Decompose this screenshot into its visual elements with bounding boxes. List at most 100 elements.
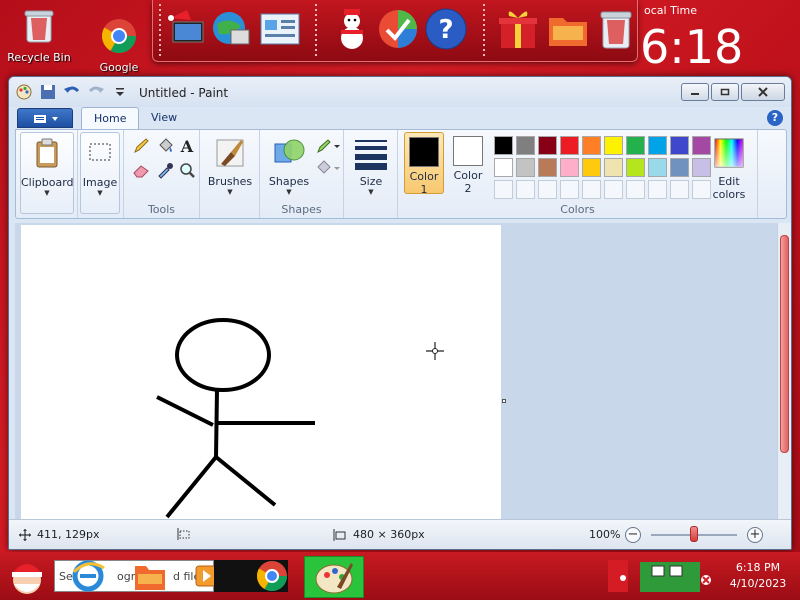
palette-swatch[interactable]: [670, 136, 689, 155]
cursor-position-value: 411, 129px: [37, 528, 100, 541]
custom-color-slot[interactable]: [560, 180, 579, 199]
save-icon[interactable]: [39, 83, 57, 101]
minimize-button[interactable]: [681, 83, 709, 101]
paint-app-icon[interactable]: [15, 83, 33, 101]
text-tool[interactable]: A: [176, 136, 198, 156]
color1-label: Color: [409, 170, 439, 183]
help-button[interactable]: ?: [767, 110, 783, 126]
custom-color-slot[interactable]: [604, 180, 623, 199]
vertical-scrollbar[interactable]: [777, 223, 791, 519]
clipboard-icon: [36, 138, 58, 168]
brushes-button[interactable]: Brushes ▼: [203, 132, 257, 214]
custom-color-slot[interactable]: [582, 180, 601, 199]
tab-home[interactable]: Home: [81, 107, 140, 129]
taskbar-clock[interactable]: 6:18 PM 4/10/2023: [718, 560, 798, 592]
desktop-icon-google[interactable]: Google: [84, 16, 154, 74]
eraser-tool[interactable]: [130, 160, 152, 180]
fill-button[interactable]: [314, 158, 342, 178]
resize-handle[interactable]: [502, 399, 506, 403]
color2-button[interactable]: Color 2: [448, 132, 488, 195]
paint-menu-button[interactable]: [17, 108, 73, 128]
color-picker-tool[interactable]: [154, 160, 176, 180]
color1-button[interactable]: Color 1: [404, 132, 444, 196]
zoom-in-button[interactable]: +: [747, 527, 763, 543]
palette-swatch[interactable]: [648, 158, 667, 177]
custom-color-slot[interactable]: [494, 180, 513, 199]
custom-color-slot[interactable]: [516, 180, 535, 199]
palette-swatch[interactable]: [670, 158, 689, 177]
clipboard-button[interactable]: Clipboard ▼: [20, 132, 74, 214]
magnifier-tool[interactable]: [176, 160, 198, 180]
windows-update-icon[interactable]: [375, 6, 421, 52]
custom-color-slot[interactable]: [626, 180, 645, 199]
shapes-button[interactable]: Shapes ▼: [262, 132, 316, 214]
custom-color-slot[interactable]: [670, 180, 689, 199]
close-button[interactable]: [741, 83, 785, 101]
palette-swatch[interactable]: [494, 136, 513, 155]
palette-swatch[interactable]: [604, 136, 623, 155]
palette-swatch[interactable]: [538, 158, 557, 177]
edit-colors-button[interactable]: Edit colors: [706, 132, 752, 214]
desktop-icon-recycle-bin[interactable]: Recycle Bin: [4, 6, 74, 64]
gift-icon[interactable]: [495, 6, 541, 52]
taskbar: Se ogra d files 6:18 PM 4/10/2023: [0, 552, 800, 600]
scrollbar-thumb[interactable]: [780, 235, 789, 453]
chevron-down-icon: ▼: [227, 188, 233, 196]
group-label-shapes: Shapes: [281, 203, 322, 216]
recycle-bin-icon[interactable]: [593, 6, 639, 52]
customize-qat-icon[interactable]: [111, 83, 129, 101]
stick-figure-drawing: [156, 318, 315, 519]
zoom-out-button[interactable]: −: [625, 527, 641, 543]
size-button[interactable]: Size ▼: [344, 132, 398, 214]
drawing-canvas[interactable]: [21, 225, 501, 519]
palette-swatch[interactable]: [516, 158, 535, 177]
group-tools: A Tools: [124, 130, 200, 218]
internet-explorer-icon[interactable]: [70, 558, 106, 594]
snowman-icon[interactable]: [329, 6, 375, 52]
group-clipboard: Clipboard ▼: [16, 130, 78, 218]
globe-network-icon[interactable]: [209, 6, 255, 52]
palette-swatch[interactable]: [582, 158, 601, 177]
close-icon: [758, 87, 768, 97]
pencil-tool[interactable]: [130, 136, 152, 156]
palette-swatch[interactable]: [582, 136, 601, 155]
edit-colors-label-2: colors: [712, 188, 746, 201]
palette-swatch[interactable]: [604, 158, 623, 177]
folder-icon[interactable]: [545, 6, 591, 52]
palette-swatch[interactable]: [516, 136, 535, 155]
canvas-workspace[interactable]: [15, 223, 779, 519]
outline-button[interactable]: [314, 136, 342, 156]
group-shapes: Shapes ▼ Shapes: [260, 130, 344, 218]
clock-widget-time: 6:18: [640, 20, 744, 74]
taskbar-paint-button[interactable]: [304, 556, 364, 598]
chrome-icon[interactable]: [254, 558, 290, 594]
palette-swatch[interactable]: [560, 158, 579, 177]
fill-tool[interactable]: [154, 136, 176, 156]
redo-icon[interactable]: [87, 83, 105, 101]
control-panel-icon[interactable]: [257, 6, 303, 52]
image-button[interactable]: Image ▼: [80, 132, 120, 214]
custom-color-slot[interactable]: [648, 180, 667, 199]
santa-computer-icon[interactable]: [165, 6, 211, 52]
undo-icon[interactable]: [63, 83, 81, 101]
maximize-button[interactable]: [711, 83, 739, 101]
palette-swatch[interactable]: [494, 158, 513, 177]
zoom-slider-thumb[interactable]: [690, 526, 698, 542]
help-icon[interactable]: ?: [423, 6, 469, 52]
pencil-icon: [134, 138, 149, 154]
custom-color-slot[interactable]: [538, 180, 557, 199]
palette-swatch[interactable]: [648, 136, 667, 155]
group-label-colors: Colors: [560, 203, 595, 216]
chevron-down-icon: ▼: [368, 188, 374, 196]
fill-bucket-icon: [317, 160, 340, 174]
palette-swatch[interactable]: [626, 136, 645, 155]
palette-swatch[interactable]: [560, 136, 579, 155]
palette-swatch[interactable]: [626, 158, 645, 177]
tab-view[interactable]: View: [139, 107, 189, 129]
move-cursor-icon: [19, 528, 31, 541]
color2-swatch: [453, 136, 483, 166]
title-bar[interactable]: Untitled - Paint: [9, 77, 791, 107]
santa-start-icon[interactable]: [2, 554, 52, 598]
folder-icon[interactable]: [132, 558, 168, 594]
palette-swatch[interactable]: [538, 136, 557, 155]
